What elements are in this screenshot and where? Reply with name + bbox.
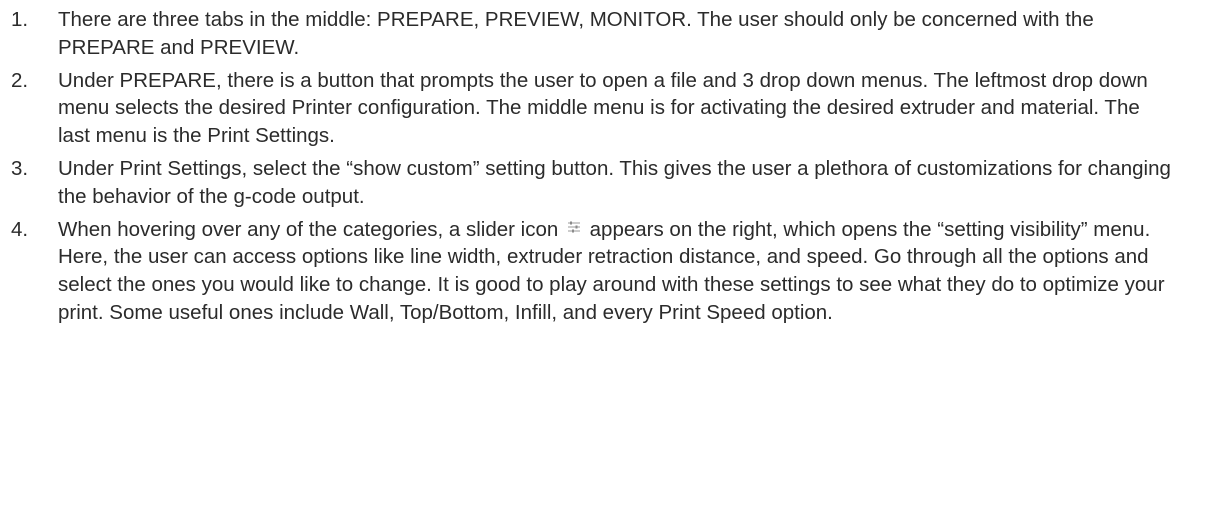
slider-icon [567,220,581,234]
list-item-3: 3. Under Print Settings, select the “show… [0,155,1232,211]
list-number: 3. [11,156,29,180]
list-item-text: Under Print Settings, select the “show c… [58,156,1171,208]
list-number: 1. [11,8,29,31]
list-number: 4. [11,217,29,241]
list-item-1: 1. There are three tabs in the middle: PR… [0,6,1232,62]
list-item-4: 4. When hovering over any of the categori… [0,216,1232,327]
list-number: 2. [11,68,29,92]
document-page: 1. There are three tabs in the middle: PR… [0,0,1232,508]
list-item-text-before-icon: When hovering over any of the categories… [58,217,559,241]
list-item-2: 2. Under PREPARE, there is a button that … [0,67,1232,150]
instruction-list: 1. There are three tabs in the middle: PR… [0,6,1232,327]
list-item-text: There are three tabs in the middle: PREP… [58,8,1094,59]
list-item-text: Under PREPARE, there is a button that pr… [58,68,1148,148]
